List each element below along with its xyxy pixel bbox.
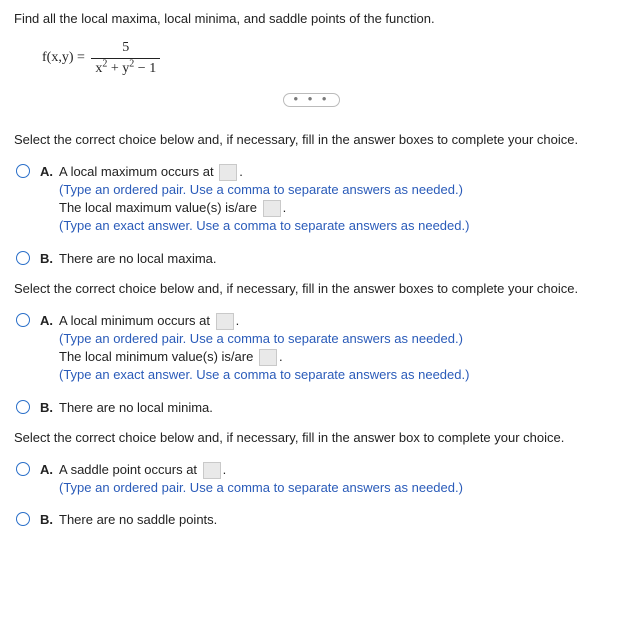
- section-saddle: Select the correct choice below and, if …: [14, 429, 609, 530]
- den-minus-one: − 1: [134, 61, 156, 76]
- label-max-a: A.: [40, 163, 53, 181]
- radio-saddle-a[interactable]: [16, 462, 30, 476]
- option-max-a[interactable]: A. A local maximum occurs at . (Type an …: [16, 163, 609, 236]
- section-maxima: Select the correct choice below and, if …: [14, 131, 609, 268]
- max-a-line2-post: .: [283, 200, 287, 215]
- section-minima: Select the correct choice below and, if …: [14, 280, 609, 417]
- body-min-b: There are no local minima.: [59, 399, 609, 417]
- body-saddle-b: There are no saddle points.: [59, 511, 609, 529]
- body-saddle-a: A saddle point occurs at . (Type an orde…: [59, 461, 609, 497]
- label-saddle-a: A.: [40, 461, 53, 479]
- denominator: x2 + y2 − 1: [91, 59, 160, 79]
- max-a-hint1: (Type an ordered pair. Use a comma to se…: [59, 182, 463, 197]
- function-left: f(x,y) =: [42, 48, 85, 68]
- instr-max: Select the correct choice below and, if …: [14, 131, 609, 149]
- radio-max-b[interactable]: [16, 251, 30, 265]
- max-a-line2-pre: The local maximum value(s) is/are: [59, 200, 261, 215]
- content-separator: • • •: [14, 90, 609, 108]
- label-saddle-b: B.: [40, 511, 53, 529]
- option-saddle-b[interactable]: B. There are no saddle points.: [16, 511, 609, 529]
- instr-saddle: Select the correct choice below and, if …: [14, 429, 609, 447]
- fraction: 5 x2 + y2 − 1: [91, 38, 160, 78]
- radio-min-b[interactable]: [16, 400, 30, 414]
- saddle-a-hint1: (Type an ordered pair. Use a comma to se…: [59, 480, 463, 495]
- min-a-line1-pre: A local minimum occurs at: [59, 313, 214, 328]
- radio-max-a[interactable]: [16, 164, 30, 178]
- option-max-b[interactable]: B. There are no local maxima.: [16, 250, 609, 268]
- input-max-value[interactable]: [263, 200, 281, 217]
- body-min-a: A local minimum occurs at . (Type an ord…: [59, 312, 609, 385]
- max-a-hint2: (Type an exact answer. Use a comma to se…: [59, 218, 469, 233]
- radio-min-a[interactable]: [16, 313, 30, 327]
- label-max-b: B.: [40, 250, 53, 268]
- saddle-a-line1-pre: A saddle point occurs at: [59, 462, 201, 477]
- numerator: 5: [91, 38, 160, 59]
- max-a-line1-post: .: [239, 164, 243, 179]
- instr-min: Select the correct choice below and, if …: [14, 280, 609, 298]
- min-a-line1-post: .: [236, 313, 240, 328]
- body-max-b: There are no local maxima.: [59, 250, 609, 268]
- min-a-line2-pre: The local minimum value(s) is/are: [59, 349, 257, 364]
- min-a-hint1: (Type an ordered pair. Use a comma to se…: [59, 331, 463, 346]
- separator-dots: • • •: [283, 93, 341, 107]
- input-min-value[interactable]: [259, 349, 277, 366]
- problem-title: Find all the local maxima, local minima,…: [14, 10, 609, 28]
- option-min-a[interactable]: A. A local minimum occurs at . (Type an …: [16, 312, 609, 385]
- function-formula: f(x,y) = 5 x2 + y2 − 1: [42, 38, 609, 78]
- saddle-a-line1-post: .: [223, 462, 227, 477]
- label-min-a: A.: [40, 312, 53, 330]
- den-plus: +: [107, 61, 122, 76]
- option-min-b[interactable]: B. There are no local minima.: [16, 399, 609, 417]
- label-min-b: B.: [40, 399, 53, 417]
- min-a-line2-post: .: [279, 349, 283, 364]
- body-max-a: A local maximum occurs at . (Type an ord…: [59, 163, 609, 236]
- max-a-line1-pre: A local maximum occurs at: [59, 164, 217, 179]
- input-max-point[interactable]: [219, 164, 237, 181]
- radio-saddle-b[interactable]: [16, 512, 30, 526]
- input-min-point[interactable]: [216, 313, 234, 330]
- option-saddle-a[interactable]: A. A saddle point occurs at . (Type an o…: [16, 461, 609, 497]
- input-saddle-point[interactable]: [203, 462, 221, 479]
- min-a-hint2: (Type an exact answer. Use a comma to se…: [59, 367, 469, 382]
